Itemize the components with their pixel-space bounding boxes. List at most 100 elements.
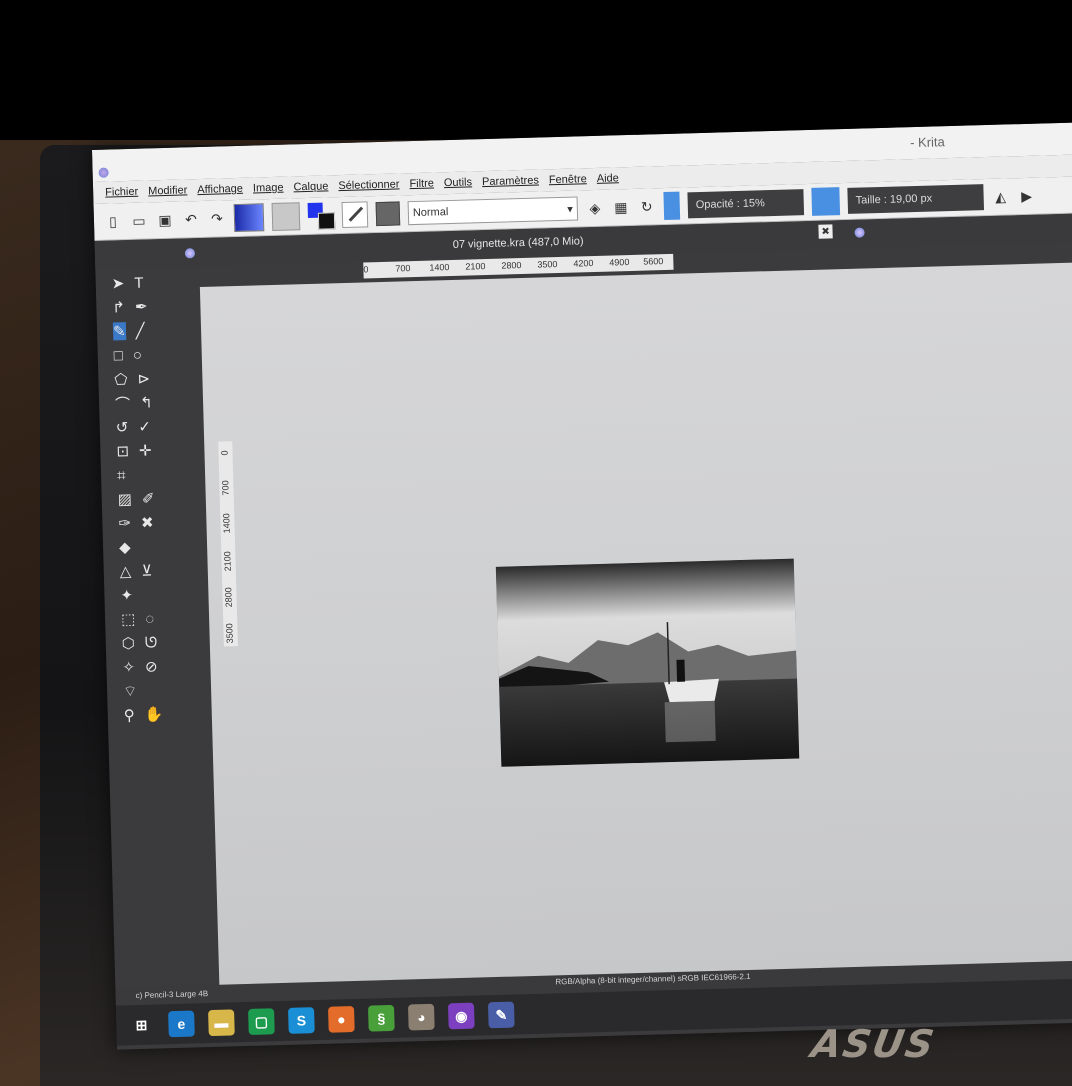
- krita-icon[interactable]: ✎: [487, 1001, 515, 1029]
- perspective-grid-icon[interactable]: ⊻: [141, 561, 152, 579]
- background-color[interactable]: [317, 212, 336, 230]
- menu-fenetre[interactable]: Fenêtre: [549, 173, 587, 186]
- ruler-label: 2100: [465, 261, 486, 272]
- menu-selectionner[interactable]: Sélectionner: [338, 178, 399, 192]
- chevron-down-icon: ▾: [567, 203, 574, 216]
- image-thumbnail: [495, 558, 800, 767]
- fill-tool-icon[interactable]: ◆: [119, 538, 131, 556]
- smart-patch-icon[interactable]: ✖: [141, 513, 154, 531]
- freehand-select-icon[interactable]: ᘎ: [145, 634, 158, 651]
- gradient-selector[interactable]: [233, 203, 265, 233]
- internet-explorer-icon[interactable]: e: [168, 1010, 195, 1038]
- window-title: - Krita: [909, 134, 945, 151]
- polygon-select-icon[interactable]: ⬡: [122, 634, 136, 652]
- polyline-tool-icon[interactable]: ⊳: [137, 369, 150, 387]
- lake-steamboat-photo: [495, 558, 800, 767]
- ruler-label: 1400: [429, 262, 450, 273]
- select-shapes-icon[interactable]: ➤: [111, 274, 125, 292]
- document-icon: [184, 248, 196, 259]
- brush-preset-status: c) Pencil-3 Large 4B: [135, 989, 209, 1001]
- multibrush-icon[interactable]: ✓: [138, 417, 151, 435]
- undo-icon[interactable]: ↶: [182, 210, 200, 228]
- ellipse-tool-icon[interactable]: ○: [133, 346, 143, 363]
- menu-fichier[interactable]: Fichier: [105, 186, 138, 199]
- ruler-label: 700: [220, 480, 231, 496]
- canvas-area[interactable]: [199, 260, 1072, 987]
- new-document-icon[interactable]: ▯: [104, 212, 122, 230]
- ruler-label: 1400: [221, 513, 232, 534]
- color-picker-icon[interactable]: ✐: [142, 489, 155, 507]
- top-black-band: [0, 0, 1072, 140]
- ruler-label: 5600: [643, 256, 664, 267]
- menu-aide[interactable]: Aide: [597, 172, 619, 185]
- menu-image[interactable]: Image: [253, 182, 284, 195]
- transform-tool-icon[interactable]: ⊡: [116, 442, 129, 460]
- reload-preset-icon[interactable]: ↻: [638, 197, 656, 215]
- edit-shapes-icon[interactable]: ↱: [112, 298, 125, 316]
- toolbox: ➤ T ↱ ✒ ✎ ╱ □ ○ ⬠ ⊳ ⌒ ↰ ↺ ✓ ⊡ ✛ ⌗ ▨ ✐ ✑ ✖ ◆ △ ⊻ ✦ ⬚…: [111, 270, 194, 732]
- redo-icon[interactable]: ↷: [208, 209, 226, 227]
- ellipse-select-icon[interactable]: ◌: [145, 610, 154, 627]
- bezier-tool-icon[interactable]: ⌒: [115, 393, 131, 414]
- bezier-select-icon[interactable]: ⌔: [123, 681, 138, 700]
- pattern-selector[interactable]: [271, 202, 301, 231]
- crop-tool-icon[interactable]: ⌗: [117, 467, 126, 484]
- windows-start-icon[interactable]: ⊞: [128, 1011, 155, 1039]
- size-slider[interactable]: Taille : 19,00 px: [847, 184, 985, 214]
- similar-select-icon[interactable]: ⊘: [145, 657, 158, 675]
- freehand-brush-icon[interactable]: ✎: [112, 322, 126, 341]
- opacity-slider-fill[interactable]: [663, 191, 681, 221]
- gradient-tool-icon[interactable]: ▨: [118, 490, 133, 508]
- skype-icon[interactable]: S: [288, 1007, 315, 1034]
- ruler-label: 700: [395, 263, 411, 274]
- purple-app-icon[interactable]: ◉: [447, 1002, 475, 1030]
- menu-filtre[interactable]: Filtre: [409, 177, 434, 190]
- document-tab[interactable]: 07 vignette.kra (487,0 Mio): [453, 235, 584, 251]
- presets-grid-icon[interactable]: [375, 201, 401, 227]
- ruler-label: 4900: [609, 257, 630, 268]
- polygon-tool-icon[interactable]: ⬠: [114, 370, 128, 388]
- eraser-icon[interactable]: ◈: [586, 199, 604, 217]
- save-icon[interactable]: ▣: [156, 211, 174, 229]
- assistant-tool-icon[interactable]: △: [120, 562, 132, 580]
- mirror-vertical-icon[interactable]: ▶: [1017, 187, 1035, 205]
- menu-parametres[interactable]: Paramètres: [482, 175, 539, 189]
- menu-calque[interactable]: Calque: [293, 180, 328, 193]
- brush-preset-icon[interactable]: [341, 201, 369, 229]
- gimp-icon[interactable]: ◕: [407, 1003, 435, 1031]
- menu-outils[interactable]: Outils: [444, 176, 472, 189]
- dynamic-brush-icon[interactable]: ↺: [116, 418, 129, 436]
- ruler-label: 2100: [222, 551, 233, 572]
- firefox-icon[interactable]: ●: [328, 1006, 355, 1033]
- ruler-label: 2800: [501, 260, 522, 271]
- zoom-tool-icon[interactable]: ⚲: [124, 706, 135, 724]
- freehand-path-icon[interactable]: ↰: [140, 393, 153, 411]
- text-tool-icon[interactable]: T: [134, 274, 144, 291]
- size-slider-fill[interactable]: [811, 187, 841, 216]
- colorize-mask-icon[interactable]: ✑: [118, 514, 131, 532]
- line-tool-icon[interactable]: ╱: [135, 322, 145, 340]
- mirror-horizontal-icon[interactable]: ◭: [991, 187, 1009, 205]
- reference-tool-icon[interactable]: ✦: [120, 586, 133, 604]
- menu-modifier[interactable]: Modifier: [148, 184, 187, 197]
- calligraphy-icon[interactable]: ✒: [135, 298, 148, 316]
- rect-select-icon[interactable]: ⬚: [121, 610, 136, 628]
- alpha-lock-icon[interactable]: ▦: [612, 198, 630, 216]
- file-explorer-icon[interactable]: ▬: [208, 1009, 235, 1037]
- blend-mode-select[interactable]: Normal ▾: [407, 196, 579, 226]
- move-tool-icon[interactable]: ✛: [139, 441, 152, 459]
- menu-affichage[interactable]: Affichage: [197, 183, 243, 196]
- pan-tool-icon[interactable]: ✋: [145, 705, 164, 724]
- ruler-label: 4200: [573, 258, 594, 269]
- store-icon[interactable]: ▢: [248, 1008, 275, 1035]
- rectangle-tool-icon[interactable]: □: [114, 347, 124, 364]
- laptop-brand-logo: ASUS: [808, 1022, 939, 1066]
- open-document-icon[interactable]: ▭: [130, 211, 148, 229]
- color-swatches[interactable]: [307, 202, 336, 230]
- contiguous-select-icon[interactable]: ✧: [122, 658, 135, 676]
- green-app-icon[interactable]: §: [367, 1004, 395, 1032]
- color-space-status: RGB/Alpha (8-bit integer/channel) sRGB I…: [555, 971, 751, 987]
- opacity-slider[interactable]: Opacité : 15%: [687, 189, 805, 219]
- dock-icon: [854, 227, 865, 238]
- close-icon[interactable]: ✖: [818, 224, 833, 239]
